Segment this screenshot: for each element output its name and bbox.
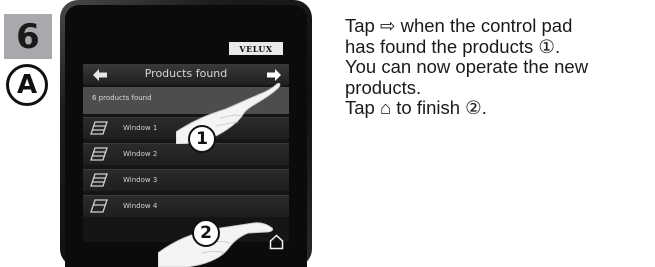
- instruction-line-4: products.: [345, 76, 422, 98]
- list-item[interactable]: Window 3: [83, 169, 289, 191]
- step-variant-circle: A: [6, 64, 48, 106]
- step-variant-label: A: [16, 70, 38, 100]
- window-icon: [90, 173, 108, 187]
- window-icon: [90, 147, 108, 161]
- list-item[interactable]: Window 2: [83, 143, 289, 165]
- brand-logo: VELUX: [229, 42, 283, 55]
- window-icon: [90, 199, 108, 213]
- instruction-text: Tap ⇨ when the control pad has found the…: [345, 15, 650, 119]
- callout-2-label: 2: [200, 222, 212, 243]
- callout-1: 1: [188, 125, 216, 153]
- list-item-label: Window 4: [123, 202, 158, 210]
- instruction-line-1: Tap ⇨ when the control pad: [345, 15, 573, 36]
- window-icon: [90, 121, 108, 135]
- list-item-label: Window 1: [123, 124, 158, 132]
- callout-2: 2: [192, 219, 220, 247]
- instruction-line-5: Tap ⌂ to finish ②.: [345, 97, 487, 118]
- list-item-label: Window 3: [123, 176, 158, 184]
- step-number: 6: [16, 16, 40, 57]
- list-item-label: Window 2: [123, 150, 158, 158]
- instruction-line-3: You can now operate the new: [345, 56, 589, 77]
- step-number-badge: 6: [4, 14, 52, 59]
- instruction-line-2: has found the products ①.: [345, 35, 561, 57]
- products-count: 6 products found: [92, 94, 152, 102]
- callout-1-label: 1: [196, 128, 208, 149]
